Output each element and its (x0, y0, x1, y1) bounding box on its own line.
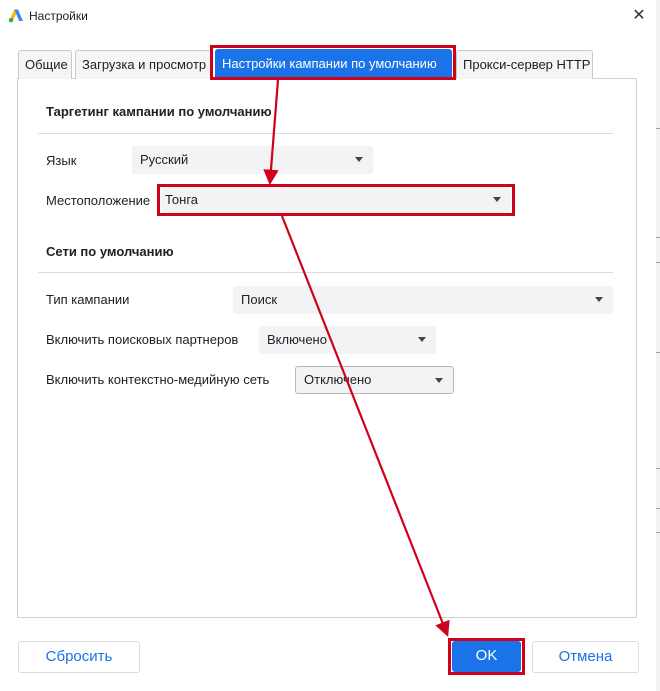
language-select[interactable]: Русский (132, 146, 373, 174)
ok-button[interactable]: OK (452, 641, 521, 672)
reset-button[interactable]: Сбросить (18, 641, 140, 673)
tab-general[interactable]: Общие (18, 50, 72, 79)
google-ads-logo-icon (8, 8, 24, 24)
background-divider (656, 352, 660, 353)
search-partners-label: Включить поисковых партнеров (46, 332, 239, 347)
section-divider (38, 272, 613, 273)
background-divider (656, 128, 660, 129)
section-divider (38, 133, 613, 134)
cancel-button[interactable]: Отмена (532, 641, 639, 673)
location-label: Местоположение (46, 193, 151, 208)
chevron-down-icon (595, 297, 603, 302)
location-select[interactable]: Тонга (161, 187, 511, 213)
targeting-section-title: Таргетинг кампании по умолчанию (46, 104, 272, 119)
background-divider (656, 508, 660, 509)
chevron-down-icon (418, 337, 426, 342)
campaign-type-value: Поиск (241, 292, 278, 307)
display-network-select[interactable]: Отключено (295, 366, 454, 394)
chevron-down-icon (493, 197, 501, 202)
close-button[interactable]: ✕ (628, 5, 650, 27)
display-network-value: Отключено (304, 372, 372, 387)
tab-label: Общие (25, 57, 68, 72)
networks-section-title: Сети по умолчанию (46, 244, 174, 259)
tab-download-view[interactable]: Загрузка и просмотр (75, 50, 213, 79)
background-divider (656, 532, 660, 533)
title-bar: Настройки ✕ (0, 0, 660, 32)
chevron-down-icon (435, 378, 443, 383)
search-partners-value: Включено (267, 332, 327, 347)
background-divider (656, 468, 660, 469)
campaign-type-label: Тип кампании (46, 292, 130, 307)
window-title: Настройки (29, 9, 88, 23)
tab-label: Прокси-сервер HTTP (463, 57, 591, 72)
background-window-edge (656, 0, 660, 691)
search-partners-select[interactable]: Включено (259, 326, 436, 354)
tab-default-campaign-settings[interactable]: Настройки кампании по умолчанию (215, 49, 452, 77)
display-network-label: Включить контекстно-медийную сеть (46, 372, 270, 387)
language-label: Язык (46, 153, 77, 168)
language-value: Русский (140, 152, 189, 167)
background-divider (656, 237, 660, 238)
tab-http-proxy[interactable]: Прокси-сервер HTTP (456, 50, 593, 79)
campaign-type-select[interactable]: Поиск (233, 286, 613, 314)
tab-label: Настройки кампании по умолчанию (222, 56, 437, 71)
location-value: Тонга (165, 192, 199, 207)
background-divider (656, 262, 660, 263)
chevron-down-icon (355, 157, 363, 162)
tab-label: Загрузка и просмотр (82, 57, 207, 72)
